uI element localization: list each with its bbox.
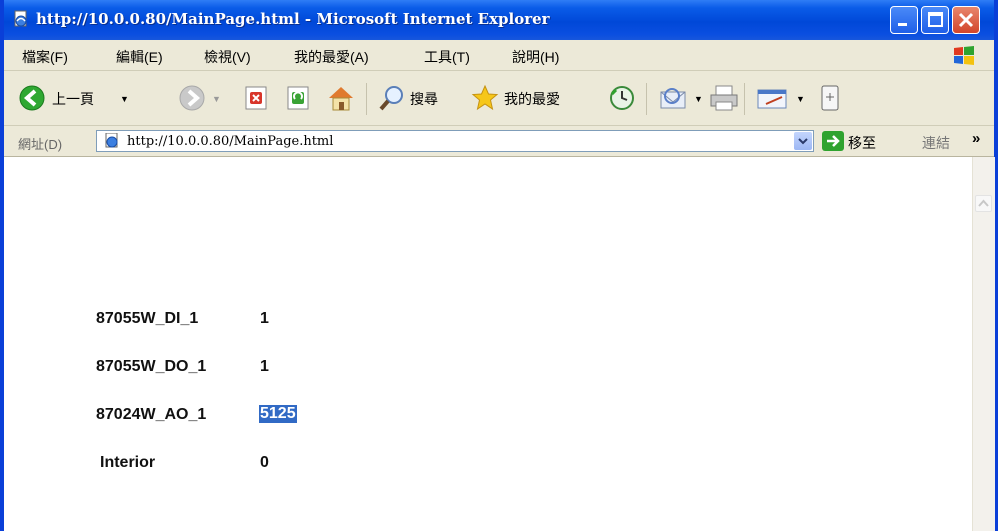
ie-page-icon bbox=[14, 10, 27, 27]
window-title: http://10.0.0.80/MainPage.html - Microso… bbox=[36, 10, 550, 28]
home-icon[interactable] bbox=[326, 84, 356, 112]
menu-view[interactable]: 檢視(V) bbox=[204, 47, 251, 67]
io-value-do: 1 bbox=[260, 358, 269, 375]
forward-dropdown-arrow-icon[interactable]: ▼ bbox=[212, 94, 221, 104]
edit-icon[interactable] bbox=[756, 84, 790, 112]
maximize-icon bbox=[928, 12, 943, 27]
menu-help[interactable]: 說明(H) bbox=[512, 47, 559, 67]
chevron-down-icon bbox=[798, 138, 808, 145]
io-label-do: 87055W_DO_1 bbox=[96, 358, 207, 375]
links-label[interactable]: 連結 bbox=[922, 133, 950, 153]
scroll-up-arrow-icon bbox=[978, 199, 989, 207]
io-value-interior: 0 bbox=[260, 454, 269, 471]
address-url[interactable]: http://10.0.0.80/MainPage.html bbox=[127, 134, 333, 149]
go-label[interactable]: 移至 bbox=[848, 133, 876, 153]
page-content: 87055W_DI_1 1 87055W_DO_1 1 87024W_AO_1 … bbox=[4, 157, 972, 531]
mail-dropdown-arrow-icon[interactable]: ▼ bbox=[694, 94, 703, 104]
close-icon bbox=[958, 12, 974, 28]
edit-dropdown-arrow-icon[interactable]: ▼ bbox=[796, 94, 805, 104]
close-button[interactable] bbox=[952, 6, 980, 34]
vertical-scrollbar[interactable] bbox=[972, 157, 995, 531]
toolbar-separator bbox=[366, 83, 367, 115]
io-value-ao-selected[interactable]: 5125 bbox=[259, 405, 297, 423]
address-label: 網址(D) bbox=[18, 137, 63, 152]
menu-tools[interactable]: 工具(T) bbox=[424, 47, 470, 67]
go-arrow-icon bbox=[827, 135, 840, 147]
menu-favorites[interactable]: 我的最愛(A) bbox=[294, 47, 369, 67]
page-favicon-icon bbox=[105, 133, 118, 148]
links-more-chevron[interactable]: » bbox=[972, 130, 980, 147]
menu-file[interactable]: 檔案(F) bbox=[22, 47, 68, 67]
menu-bar: 檔案(F) 編輯(E) 檢視(V) 我的最愛(A) 工具(T) 說明(H) bbox=[4, 40, 994, 71]
messenger-icon[interactable] bbox=[818, 84, 842, 112]
address-bar: 網址(D) http://10.0.0.80/MainPage.html 移至 … bbox=[4, 126, 994, 157]
back-label: 上一頁 bbox=[52, 91, 94, 107]
stop-icon[interactable] bbox=[242, 84, 270, 112]
address-dropdown-button[interactable] bbox=[794, 132, 812, 150]
search-label[interactable]: 搜尋 bbox=[410, 89, 438, 109]
scroll-up-button[interactable] bbox=[975, 195, 992, 212]
toolbar-separator bbox=[744, 83, 745, 115]
search-icon[interactable] bbox=[378, 84, 406, 112]
refresh-icon[interactable] bbox=[284, 84, 312, 112]
maximize-button[interactable] bbox=[921, 6, 949, 34]
favorites-label[interactable]: 我的最愛 bbox=[504, 89, 560, 109]
favorites-star-icon[interactable] bbox=[470, 84, 500, 112]
history-icon[interactable] bbox=[608, 84, 636, 112]
back-dropdown-arrow-icon[interactable]: ▼ bbox=[120, 94, 129, 104]
io-label-di: 87055W_DI_1 bbox=[96, 310, 199, 327]
back-arrow-icon bbox=[19, 85, 45, 111]
standard-toolbar: 上一頁 ▼ ▼ 搜尋 我的最愛 ▼ ▼ bbox=[4, 71, 994, 126]
windows-logo-icon bbox=[954, 46, 974, 65]
menu-edit[interactable]: 編輯(E) bbox=[116, 47, 163, 67]
minimize-icon bbox=[898, 23, 907, 26]
io-label-ao: 87024W_AO_1 bbox=[96, 406, 207, 423]
toolbar-separator bbox=[646, 83, 647, 115]
go-button[interactable] bbox=[822, 131, 844, 151]
title-bar[interactable]: http://10.0.0.80/MainPage.html - Microso… bbox=[4, 0, 994, 40]
address-input[interactable]: http://10.0.0.80/MainPage.html bbox=[96, 130, 814, 152]
io-label-interior: Interior bbox=[100, 454, 156, 471]
io-value-di: 1 bbox=[260, 310, 269, 327]
print-icon[interactable] bbox=[708, 84, 740, 112]
mail-icon[interactable] bbox=[658, 84, 690, 112]
browser-window: http://10.0.0.80/MainPage.html - Microso… bbox=[0, 0, 998, 531]
minimize-button[interactable] bbox=[890, 6, 918, 34]
forward-button[interactable] bbox=[178, 84, 206, 112]
forward-arrow-icon bbox=[179, 85, 205, 111]
